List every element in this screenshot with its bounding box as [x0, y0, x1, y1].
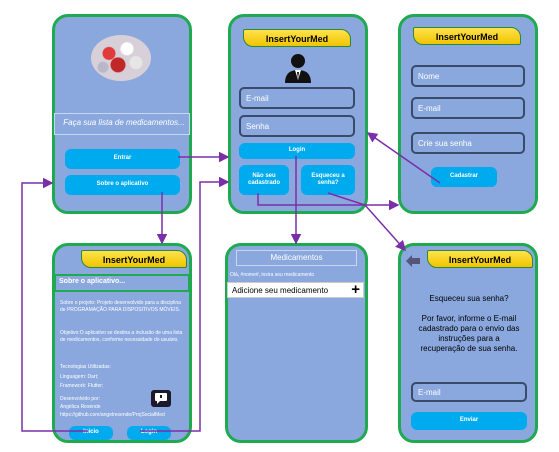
login-button[interactable]: Login — [127, 426, 171, 440]
forgot-password-screen: InsertYourMed Esqueceu sua senha? Por fa… — [398, 243, 538, 443]
about-github-link[interactable]: https://github.com/angelresende/ProjSoci… — [60, 412, 188, 418]
forgot-heading: Esqueceu sua senha? — [429, 294, 509, 303]
login-screen: InsertYourMed E-mail Senha Login Não seu… — [228, 14, 368, 214]
about-header-text: Sobre o aplicativo... — [59, 278, 126, 285]
tagline-text: Faça sua lista de medicamentos... — [63, 118, 185, 127]
login-button[interactable]: Login — [239, 143, 355, 159]
about-tech-title: Tecnologias Utilizadas: — [60, 364, 111, 370]
plus-icon[interactable]: + — [351, 282, 360, 297]
about-objective-text: Objetivo:O aplicativo se destina a inclu… — [60, 330, 183, 343]
greeting-text: Olá, #nome#, insira seu medicamento — [230, 272, 315, 278]
medications-screen: Medicamentos Olá, #nome#, insira seu med… — [225, 243, 368, 443]
brand-banner: InsertYourMed — [81, 250, 187, 268]
register-screen: InsertYourMed Nome E-mail Crie sua senha… — [398, 14, 538, 214]
about-language: Linguagem: Dart; — [60, 374, 99, 380]
forgot-password-button[interactable]: Esqueceu a senha? — [301, 165, 355, 195]
enter-button[interactable]: Entrar — [65, 149, 180, 169]
about-project-text: Sobre o projeto: Projeto desenvolvido pa… — [60, 300, 181, 313]
send-button[interactable]: Enviar — [411, 412, 527, 430]
forgot-instructions: Por favor, informe o E-mail cadastrado p… — [418, 314, 520, 353]
create-password-field[interactable]: Crie sua senha — [411, 132, 525, 154]
register-link-button[interactable]: Não seu cadastrado — [239, 165, 289, 195]
register-button[interactable]: Cadastrar — [431, 167, 497, 187]
about-developer-name: Angélica Resende — [60, 404, 101, 410]
about-framework: Framework: Flutter; — [60, 383, 104, 389]
pills-image — [91, 35, 151, 81]
chat-icon — [151, 390, 171, 407]
brand-banner: InsertYourMed — [427, 250, 533, 268]
about-screen: InsertYourMed Sobre o aplicativo... Sobr… — [52, 243, 192, 443]
password-field[interactable]: Senha — [239, 115, 355, 137]
home-button[interactable]: Inicio — [69, 426, 113, 440]
email-field[interactable]: E-mail — [411, 97, 525, 119]
email-field[interactable]: E-mail — [239, 87, 355, 109]
about-button[interactable]: Sobre o aplicativo — [65, 175, 180, 195]
email-field[interactable]: E-mail — [411, 382, 527, 402]
add-medication-label: Adicione seu medicamento — [232, 286, 329, 295]
about-developer-title: Desenvolvido por: — [60, 396, 101, 402]
brand-banner: InsertYourMed — [413, 27, 521, 45]
arrow-left-icon[interactable] — [406, 254, 420, 267]
name-field[interactable]: Nome — [411, 65, 525, 87]
medications-title: Medicamentos — [270, 253, 323, 262]
brand-banner: InsertYourMed — [243, 29, 351, 47]
splash-screen: Faça sua lista de medicamentos... Entrar… — [52, 14, 192, 214]
user-icon — [284, 53, 312, 83]
add-medication-row[interactable]: Adicione seu medicamento + — [227, 282, 364, 298]
